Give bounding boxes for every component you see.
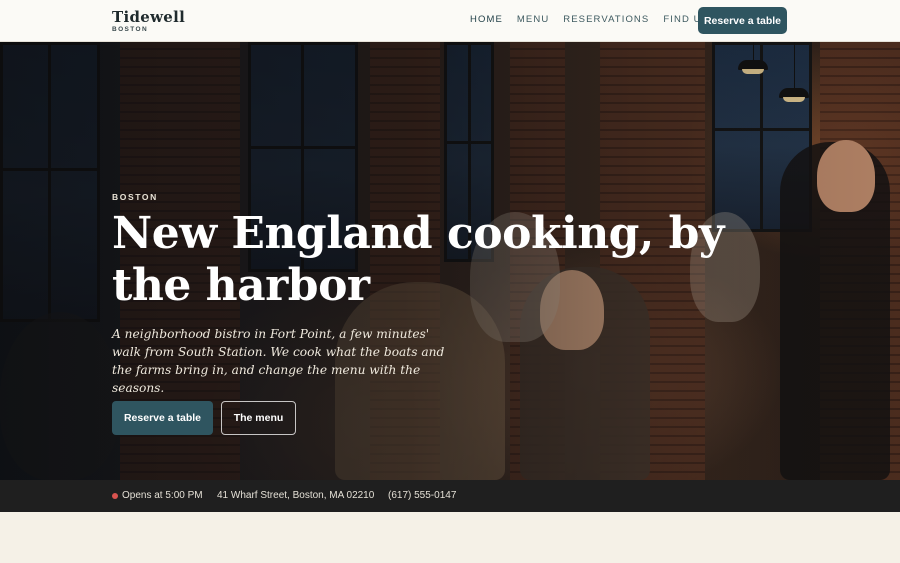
nav-item-menu[interactable]: MENU (517, 14, 549, 25)
header-reserve-button[interactable]: Reserve a table (698, 7, 787, 34)
brand-city: BOSTON (112, 26, 149, 33)
status-dot-icon (112, 493, 118, 499)
hero-subcopy: A neighborhood bistro in Fort Point, a f… (112, 327, 445, 395)
site-header: Tidewell BOSTON HOME MENU RESERVATIONS F… (0, 0, 900, 42)
nav-item-home[interactable]: HOME (470, 14, 503, 25)
address-text[interactable]: 41 Wharf Street, Boston, MA 02210 (217, 490, 374, 501)
brand-name: Tidewell (112, 8, 186, 26)
hero-reserve-button[interactable]: Reserve a table (112, 401, 213, 435)
info-bar: Opens at 5:00 PM 41 Wharf Street, Boston… (0, 480, 900, 512)
main-nav: HOME MENU RESERVATIONS FIND US (470, 14, 723, 25)
brand-logo[interactable]: Tidewell BOSTON (112, 9, 185, 33)
content-section (0, 512, 900, 563)
nav-item-reservations[interactable]: RESERVATIONS (563, 14, 649, 25)
hero-headline: New England cooking, by the harbor (112, 208, 724, 311)
phone-link[interactable]: (617) 555-0147 (388, 490, 456, 501)
hero-section: BOSTON New England cooking, by the harbo… (0, 42, 900, 480)
hero-menu-button[interactable]: The menu (221, 401, 296, 435)
hero-eyebrow: BOSTON (112, 192, 158, 202)
opening-status: Opens at 5:00 PM (122, 490, 203, 501)
